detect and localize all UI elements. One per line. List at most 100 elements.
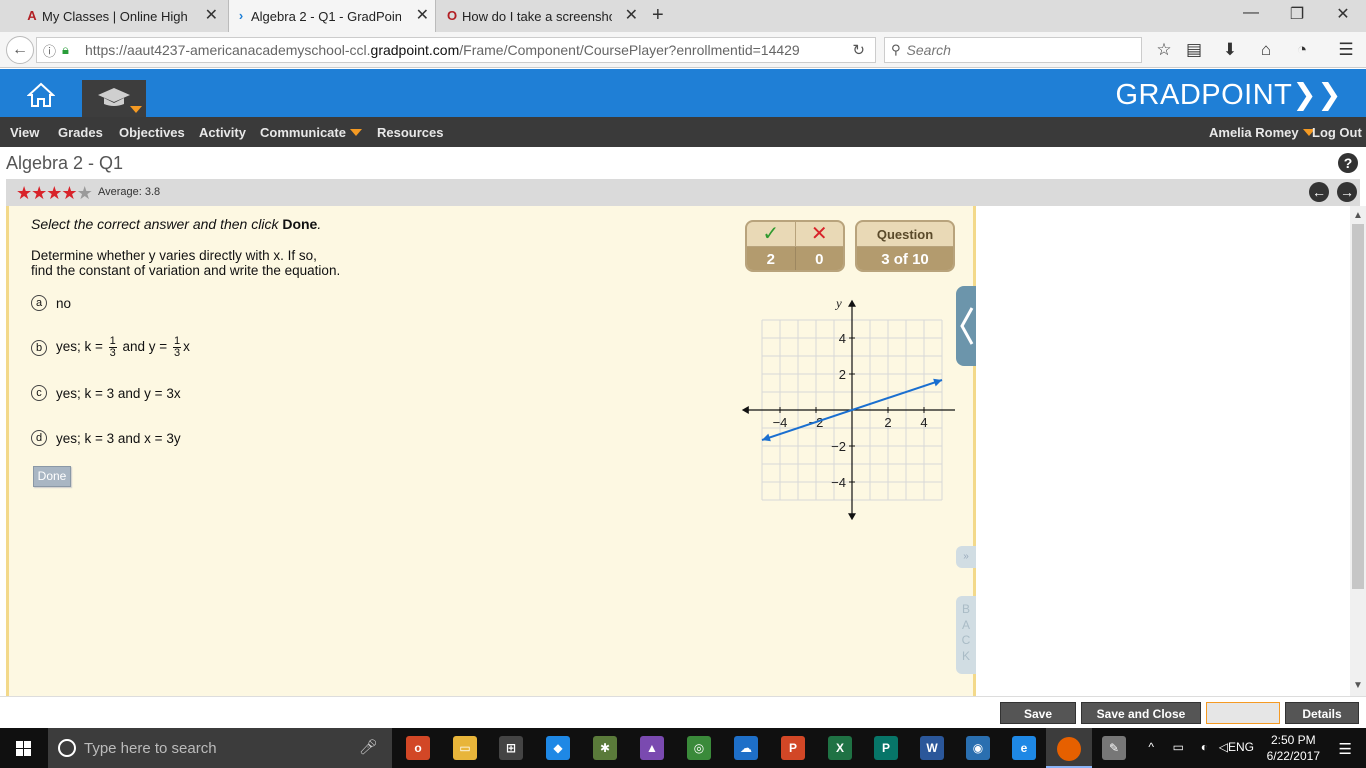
restore-icon[interactable]: ❐ [1274,4,1320,24]
home-icon[interactable]: ⌂ [1254,40,1278,60]
logout-link[interactable]: Log Out [1312,125,1362,140]
close-tab-icon[interactable]: ✕ [205,7,218,25]
menu-grades[interactable]: Grades [58,125,103,140]
menu-objectives[interactable]: Objectives [119,125,185,140]
firefox-icon[interactable] [1046,728,1092,768]
publisher-icon[interactable]: P [874,736,898,760]
start-button[interactable] [0,728,48,768]
user-menu[interactable]: Amelia Romey [1209,125,1315,140]
edge-icon[interactable]: e [1012,736,1036,760]
back-button[interactable]: ← [6,36,34,64]
answer-choice-c[interactable]: c yes; k = 3 and y = 3x [31,385,181,401]
save-button[interactable]: Save [1000,702,1076,724]
app-icon[interactable]: ◎ [687,736,711,760]
course-menu-button[interactable] [82,80,146,117]
close-tab-icon[interactable]: ✕ [416,7,429,25]
scrollbar[interactable]: ▲ ▼ [1350,206,1366,696]
office-app-icon[interactable]: o [406,736,430,760]
volume-icon[interactable]: ◁ [1219,740,1228,754]
menu-communicate[interactable]: Communicate [260,125,362,140]
close-window-icon[interactable]: ✕ [1320,4,1366,24]
menu-activity[interactable]: Activity [199,125,246,140]
menu-view[interactable]: View [10,125,39,140]
star-filled-icon[interactable]: ★ [16,183,32,203]
radio-button[interactable]: d [31,430,47,446]
radio-button[interactable]: b [31,339,47,356]
radio-button[interactable]: c [31,385,47,401]
question-counter: Question 3 of 10 [855,220,955,272]
x-tick-label: 2 [884,415,891,430]
url-text[interactable]: https://aaut4237-americanacademyschool-c… [85,42,805,58]
star-filled-icon[interactable]: ★ [31,183,47,203]
choice-text: yes; k = 13 and y = 13x [56,335,190,359]
chevron-up-icon[interactable]: ^ [1148,740,1154,754]
star-filled-icon[interactable]: ★ [61,183,77,203]
browser-tab-my-classes[interactable]: A My Classes | Online High Sc ✕ [20,0,224,32]
previous-arrow-icon[interactable]: ← [1309,182,1329,202]
expand-tab[interactable]: » [956,546,976,568]
browser-tab-algebra[interactable]: › Algebra 2 - Q1 - GradPoint P ✕ [228,0,436,32]
app-icon[interactable]: ▲ [640,736,664,760]
address-bar[interactable]: ⓘ 🔒︎ https://aaut4237-americanacademysch… [36,37,876,63]
scroll-down-icon[interactable]: ▼ [1350,678,1366,694]
done-button[interactable]: Done [33,466,71,487]
info-icon[interactable]: ⓘ [43,41,56,60]
onedrive-icon[interactable]: ☁ [734,736,758,760]
new-tab-button[interactable]: + [652,4,664,27]
microphone-icon[interactable]: 🎤︎ [359,738,378,756]
scroll-thumb[interactable] [1352,224,1364,589]
save-and-close-button[interactable]: Save and Close [1081,702,1201,724]
home-button[interactable] [18,77,64,113]
star-rating[interactable]: ★★★★★ [16,183,93,203]
taskbar-search-input[interactable]: Type here to search 🎤︎ [48,728,392,768]
answer-choice-d[interactable]: d yes; k = 3 and x = 3y [31,430,181,446]
speedometer-icon[interactable]: ◔ [1290,40,1314,60]
powerpoint-icon[interactable]: P [781,736,805,760]
battery-icon[interactable]: ▭ [1173,740,1184,754]
app-menu-bar: View Grades Objectives Activity Communic… [0,117,1366,147]
clock[interactable]: 2:50 PM 6/22/2017 [1267,732,1320,764]
scroll-up-icon[interactable]: ▲ [1350,208,1366,224]
minimize-icon[interactable]: — [1228,4,1274,22]
hamburger-menu-icon[interactable]: ☰ [1334,40,1358,60]
word-icon[interactable]: W [920,736,944,760]
back-tab[interactable]: BACK [956,596,976,674]
y-axis-arrow [848,299,856,307]
instructions: Select the correct answer and then click… [31,216,322,232]
y-tick-label: 2 [839,367,846,382]
file-explorer-icon[interactable]: ▭ [453,736,477,760]
incorrect-count: 0 [815,251,824,268]
download-icon[interactable]: ⬇ [1218,40,1242,60]
choice-text: yes; k = 3 and x = 3y [56,430,181,446]
app-icon[interactable]: ◉ [966,736,990,760]
close-tab-icon[interactable]: ✕ [625,7,638,25]
menu-resources[interactable]: Resources [377,125,443,140]
bookmark-star-icon[interactable]: ☆ [1152,40,1176,60]
chevron-down-icon [349,129,362,136]
question-label: Question [857,222,953,247]
browser-search-input[interactable]: ⚲ Search [884,37,1142,63]
star-filled-icon[interactable]: ★ [46,183,62,203]
store-icon[interactable]: ⊞ [499,736,523,760]
blank-button[interactable] [1206,702,1280,724]
reload-icon[interactable]: ↻ [852,41,865,59]
dropbox-icon[interactable]: ◆ [546,736,570,760]
help-button[interactable]: ? [1338,153,1358,173]
star-empty-icon[interactable]: ★ [77,183,93,203]
radio-button[interactable]: a [31,295,47,311]
language-indicator[interactable]: ENG [1228,740,1254,754]
details-button[interactable]: Details [1285,702,1359,724]
choice-text: no [56,295,72,311]
notifications-icon[interactable]: ☰ [1339,740,1352,758]
reading-list-icon[interactable]: ▤ [1182,40,1206,60]
answer-choice-b[interactable]: b yes; k = 13 and y = 13x [31,336,190,359]
browser-tab-screenshot[interactable]: O How do I take a screenshot ( ✕ [440,0,644,32]
network-icon[interactable]: ◐ [1201,740,1208,754]
academy-icon: A [27,8,37,23]
paint-icon[interactable]: ✎ [1102,736,1126,760]
excel-icon[interactable]: X [828,736,852,760]
collapse-panel-tab[interactable] [956,286,976,366]
app-icon[interactable]: ✱ [593,736,617,760]
next-arrow-icon[interactable]: → [1337,182,1357,202]
answer-choice-a[interactable]: a no [31,295,71,311]
